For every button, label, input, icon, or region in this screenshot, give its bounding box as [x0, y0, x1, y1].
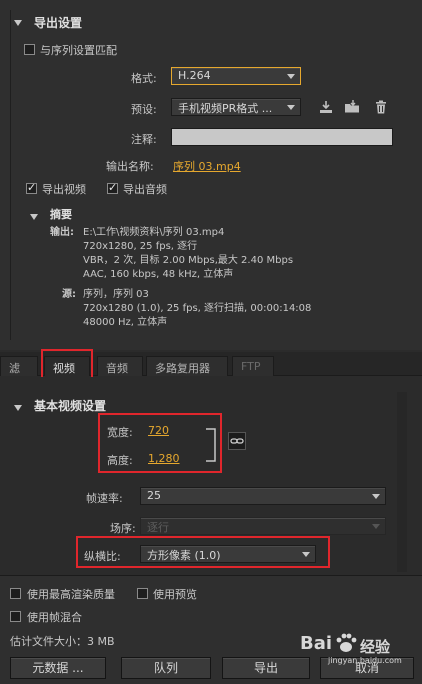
basic-video-title: 基本视频设置	[34, 399, 107, 413]
paw-logo-icon	[336, 633, 357, 652]
video-scrollbar[interactable]	[397, 392, 407, 572]
panel-divider	[10, 10, 11, 340]
export-video-label: 导出视频	[42, 183, 86, 196]
queue-button[interactable]: 队列	[121, 657, 211, 679]
collapse-triangle-icon	[30, 214, 38, 220]
summary-source-label: 源:	[62, 289, 76, 300]
max-quality-label: 使用最高渲染质量	[27, 588, 115, 601]
watermark-brand2: 经验	[360, 638, 391, 656]
dropdown-arrow-icon	[370, 490, 382, 502]
dropdown-arrow-icon	[370, 520, 382, 532]
match-sequence-label: 与序列设置匹配	[40, 44, 117, 57]
tab-multiplexer[interactable]: 多路复用器	[146, 356, 228, 376]
tab-filters[interactable]: 滤镜	[0, 356, 38, 391]
format-select[interactable]: H.264	[171, 67, 301, 85]
summary-source-line-1: 序列，序列 03	[83, 289, 149, 300]
export-settings-title: 导出设置	[34, 16, 83, 30]
watermark-brand: Bai	[300, 633, 333, 654]
format-select-value: H.264	[178, 69, 211, 82]
summary-toggle[interactable]	[30, 210, 38, 223]
export-audio-label: 导出音频	[123, 183, 167, 196]
frame-blend-checkbox[interactable]	[10, 611, 21, 622]
basic-video-toggle[interactable]	[14, 401, 22, 414]
export-audio-checkbox[interactable]	[107, 181, 118, 194]
field-order-select: 逐行	[140, 517, 386, 535]
delete-preset-icon[interactable]	[373, 99, 389, 115]
tab-ftp[interactable]: FTP	[232, 356, 274, 376]
watermark-url: jingyan.baidu.com	[328, 656, 402, 665]
field-order-label: 场序:	[110, 522, 136, 535]
format-label: 格式:	[131, 72, 157, 85]
summary-title: 摘要	[50, 208, 72, 221]
export-settings-toggle[interactable]	[14, 16, 22, 29]
preset-label: 预设:	[131, 103, 157, 116]
framerate-select[interactable]: 25	[140, 487, 386, 505]
framerate-select-value: 25	[147, 489, 161, 502]
export-video-checkbox[interactable]	[26, 181, 37, 194]
constrain-proportions-icon[interactable]	[228, 432, 246, 450]
export-button[interactable]: 导出	[222, 657, 310, 679]
summary-output-line-4: AAC, 160 kbps, 48 kHz, 立体声	[83, 269, 234, 280]
collapse-triangle-icon	[14, 405, 22, 411]
comment-input[interactable]	[171, 128, 393, 146]
output-name-label: 输出名称:	[106, 160, 154, 173]
comment-label: 注释:	[131, 133, 157, 146]
collapse-triangle-icon	[14, 20, 22, 26]
link-bracket	[206, 428, 216, 462]
import-preset-icon[interactable]	[344, 99, 360, 115]
highlight-aspect	[76, 536, 330, 568]
file-size-estimate: 估计文件大小：3 MB	[10, 635, 115, 648]
summary-output-line-3: VBR，2 次, 目标 2.00 Mbps,最大 2.40 Mbps	[83, 255, 294, 266]
tab-audio[interactable]: 音频	[97, 356, 143, 376]
max-quality-checkbox[interactable]	[10, 588, 21, 599]
use-preview-label: 使用预览	[153, 588, 197, 601]
output-name-link[interactable]: 序列 03.mp4	[173, 158, 241, 174]
dropdown-arrow-icon	[285, 70, 297, 82]
save-preset-icon[interactable]	[318, 99, 334, 115]
summary-source-line-2: 720x1280 (1.0), 25 fps, 逐行扫描, 00:00:14:0…	[83, 303, 312, 314]
preset-select[interactable]: 手机视频PR格式 ...	[171, 98, 301, 116]
summary-output-label: 输出:	[50, 227, 74, 238]
dropdown-arrow-icon	[285, 101, 297, 113]
preset-select-value: 手机视频PR格式 ...	[178, 102, 273, 115]
match-sequence-checkbox[interactable]	[24, 44, 35, 55]
summary-output-line-2: 720x1280, 25 fps, 逐行	[83, 241, 198, 252]
frame-blend-label: 使用帧混合	[27, 611, 82, 624]
use-preview-checkbox[interactable]	[137, 588, 148, 599]
highlight-dimensions	[98, 413, 222, 473]
metadata-button[interactable]: 元数据 ...	[10, 657, 106, 679]
summary-source-line-3: 48000 Hz, 立体声	[83, 317, 168, 328]
framerate-label: 帧速率:	[86, 492, 123, 505]
summary-output-line-1: E:\工作\视频资料\序列 03.mp4	[83, 227, 225, 238]
field-order-select-value: 逐行	[147, 521, 169, 534]
